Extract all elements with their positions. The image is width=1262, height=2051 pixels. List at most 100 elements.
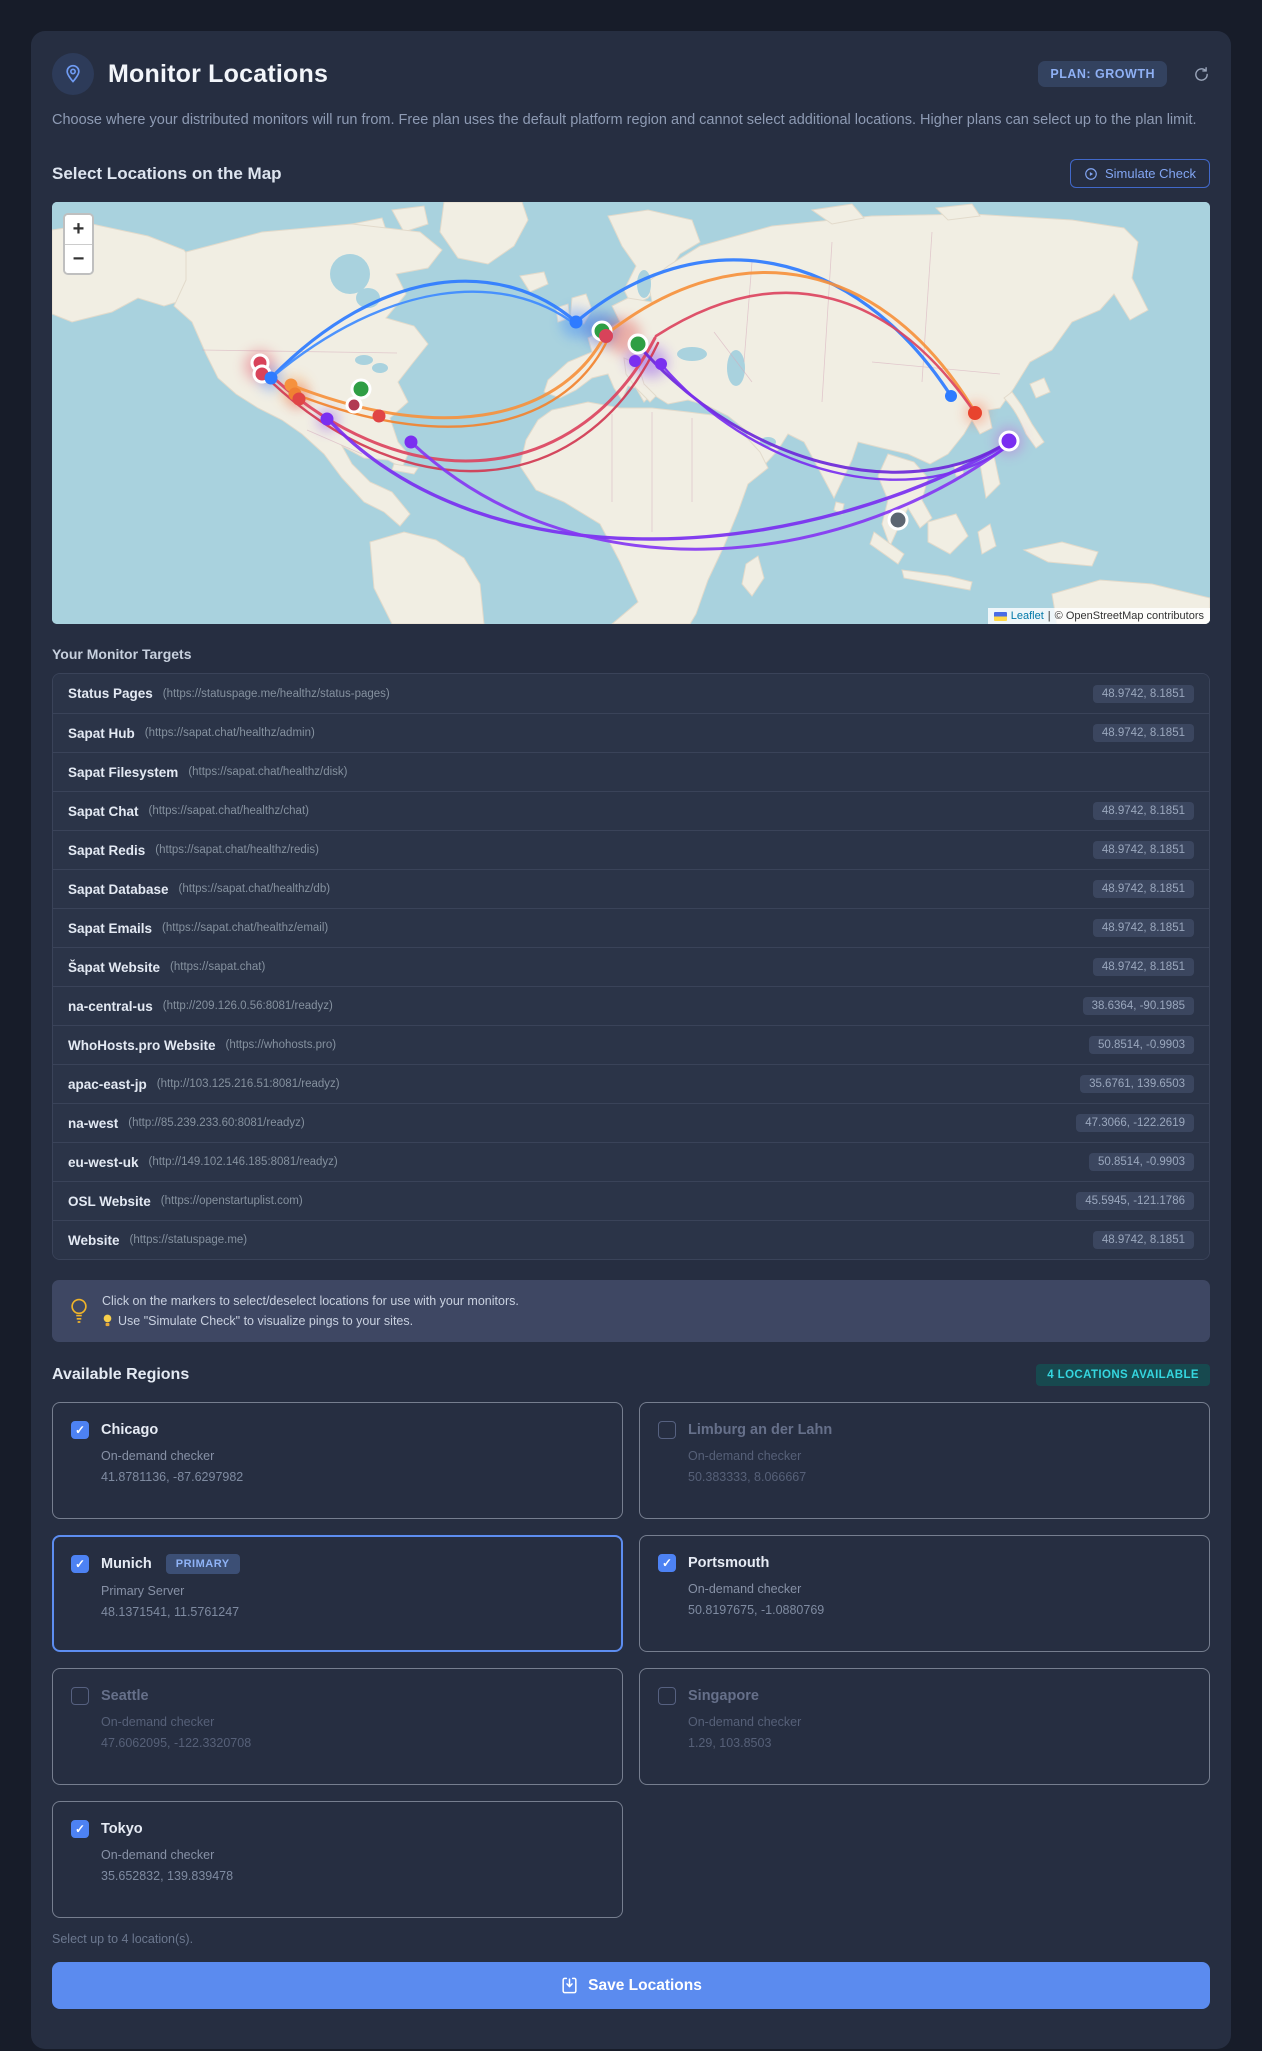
page-description: Choose where your distributed monitors w… <box>52 112 1197 128</box>
region-type: On-demand checker <box>688 1582 802 1597</box>
target-row: Status Pages (https://statuspage.me/heal… <box>53 674 1209 714</box>
tip-line-2: Use "Simulate Check" to visualize pings … <box>118 1314 414 1329</box>
marker-munich[interactable] <box>627 333 649 355</box>
play-circle-icon <box>1085 168 1097 180</box>
target-row: Sapat Emails (https://sapat.chat/healthz… <box>53 908 1209 948</box>
save-locations-label: Save Locations <box>588 1976 702 1994</box>
target-name: Sapat Redis <box>68 842 146 858</box>
zoom-out-button[interactable]: − <box>65 244 92 274</box>
marker-seattle-blue[interactable] <box>264 371 278 385</box>
region-checkbox[interactable] <box>71 1421 89 1440</box>
region-card-seattle[interactable]: Seattle On-demand checker 47.6062095, -1… <box>52 1668 623 1786</box>
target-row: Šapat Website (https://sapat.chat) 48.97… <box>53 947 1209 987</box>
region-name: Seattle <box>101 1688 149 1705</box>
target-row: Website (https://statuspage.me) 48.9742,… <box>53 1220 1209 1260</box>
marker-korea-red[interactable] <box>968 406 982 421</box>
target-coords-badge: 48.9742, 8.1851 <box>1092 841 1194 860</box>
marker-ping-maroon[interactable] <box>345 396 363 414</box>
region-card-munich[interactable]: Munich PRIMARY Primary Server 48.1371541… <box>52 1535 623 1653</box>
osm-attribution[interactable]: © OpenStreetMap contributors <box>1055 610 1204 622</box>
refresh-icon[interactable] <box>1193 66 1210 83</box>
map-section-heading: Select Locations on the Map <box>52 163 282 183</box>
target-row: WhoHosts.pro Website (https://whohosts.p… <box>53 1025 1209 1065</box>
region-checkbox[interactable] <box>71 1687 89 1706</box>
marker-singapore[interactable] <box>887 509 909 531</box>
target-url: (https://statuspage.me/healthz/status-pa… <box>162 687 390 700</box>
region-name: Portsmouth <box>688 1555 770 1572</box>
target-url: (http://85.239.233.60:8081/readyz) <box>128 1117 305 1130</box>
target-coords-badge: 48.9742, 8.1851 <box>1092 1231 1194 1250</box>
plan-badge: PLAN: GROWTH <box>1038 61 1167 87</box>
regions-grid: Chicago On-demand checker 41.8781136, -8… <box>52 1402 1210 1919</box>
marker-ping-purple-a[interactable] <box>320 412 334 426</box>
region-coords: 35.652832, 139.839478 <box>101 1869 234 1884</box>
world-map[interactable]: + − Leaflet | © OpenStreetMap contributo… <box>52 202 1210 625</box>
target-coords-badge: 48.9742, 8.1851 <box>1092 684 1194 703</box>
region-type: On-demand checker <box>101 1848 215 1863</box>
simulate-check-button[interactable]: Simulate Check <box>1069 159 1210 189</box>
simulate-check-label: Simulate Check <box>1104 166 1196 182</box>
tip-line-1: Click on the markers to select/deselect … <box>102 1294 519 1309</box>
target-row: Sapat Database (https://sapat.chat/healt… <box>53 869 1209 909</box>
region-coords: 47.6062095, -122.3320708 <box>101 1736 252 1751</box>
region-type: On-demand checker <box>101 1449 215 1464</box>
target-name: Sapat Chat <box>68 803 139 819</box>
target-name: Website <box>68 1232 120 1248</box>
region-type: On-demand checker <box>101 1715 215 1730</box>
target-row: Sapat Hub (https://sapat.chat/healthz/ad… <box>53 713 1209 753</box>
target-name: na-central-us <box>68 998 153 1014</box>
region-type: On-demand checker <box>688 1715 802 1730</box>
selection-limit-note: Select up to 4 location(s). <box>52 1932 194 1947</box>
target-name: WhoHosts.pro Website <box>68 1037 216 1053</box>
marker-tokyo[interactable] <box>998 430 1020 452</box>
target-coords-badge: 48.9742, 8.1851 <box>1092 919 1194 938</box>
marker-ping-purple-d[interactable] <box>655 358 667 371</box>
target-url: (https://openstartuplist.com) <box>160 1195 303 1208</box>
target-row: Sapat Filesystem (https://sapat.chat/hea… <box>53 752 1209 792</box>
marker-ping-purple-c[interactable] <box>629 355 641 368</box>
region-card-tokyo[interactable]: Tokyo On-demand checker 35.652832, 139.8… <box>52 1801 623 1919</box>
region-name: Chicago <box>101 1422 159 1439</box>
primary-badge: PRIMARY <box>165 1554 240 1575</box>
region-type: On-demand checker <box>688 1449 802 1464</box>
region-checkbox[interactable] <box>71 1820 89 1839</box>
target-coords-badge: 50.8514, -0.9903 <box>1089 1036 1194 1055</box>
region-card-portsmouth[interactable]: Portsmouth On-demand checker 50.8197675,… <box>639 1535 1210 1653</box>
target-name: Status Pages <box>68 686 153 702</box>
region-checkbox[interactable] <box>71 1555 89 1574</box>
target-url: (https://sapat.chat/healthz/db) <box>178 883 331 896</box>
tip-box: Click on the markers to select/deselect … <box>52 1280 1210 1343</box>
marker-korea-blue[interactable] <box>945 390 957 403</box>
region-coords: 50.383333, 8.066667 <box>688 1470 807 1485</box>
region-checkbox[interactable] <box>658 1687 676 1706</box>
target-url: (https://statuspage.me) <box>129 1234 248 1247</box>
save-locations-button[interactable]: Save Locations <box>52 1962 1210 2010</box>
target-url: (https://sapat.chat/healthz/email) <box>162 922 329 935</box>
region-coords: 48.1371541, 11.5761247 <box>101 1605 240 1620</box>
marker-portsmouth-red[interactable] <box>599 329 613 344</box>
zoom-in-button[interactable]: + <box>65 215 92 245</box>
target-name: OSL Website <box>68 1193 151 1209</box>
marker-ping-purple-b[interactable] <box>404 435 418 449</box>
leaflet-link[interactable]: Leaflet <box>1011 610 1044 622</box>
region-name: Munich <box>101 1556 152 1573</box>
page-title: Monitor Locations <box>108 59 329 88</box>
target-row: apac-east-jp (http://103.125.216.51:8081… <box>53 1064 1209 1104</box>
region-card-singapore[interactable]: Singapore On-demand checker 1.29, 103.85… <box>639 1668 1210 1786</box>
target-url: (https://sapat.chat/healthz/redis) <box>155 844 319 857</box>
region-card-limburg-an-der-lahn[interactable]: Limburg an der Lahn On-demand checker 50… <box>639 1402 1210 1520</box>
region-checkbox[interactable] <box>658 1421 676 1440</box>
target-row: na-central-us (http://209.126.0.56:8081/… <box>53 986 1209 1026</box>
target-coords-badge: 48.9742, 8.1851 <box>1092 724 1194 743</box>
region-checkbox[interactable] <box>658 1554 676 1573</box>
marker-chicago[interactable] <box>350 378 372 400</box>
target-coords-badge: 35.6761, 139.6503 <box>1080 1075 1194 1094</box>
target-name: Sapat Emails <box>68 920 153 936</box>
marker-ping-red-b[interactable] <box>372 409 386 423</box>
region-card-chicago[interactable]: Chicago On-demand checker 41.8781136, -8… <box>52 1402 623 1520</box>
attribution-separator: | <box>1047 610 1051 623</box>
lightbulb-icon <box>71 1299 87 1324</box>
marker-uk-blue[interactable] <box>569 315 583 329</box>
marker-ping-red-a[interactable] <box>292 392 306 406</box>
target-row: na-west (http://85.239.233.60:8081/ready… <box>53 1103 1209 1143</box>
